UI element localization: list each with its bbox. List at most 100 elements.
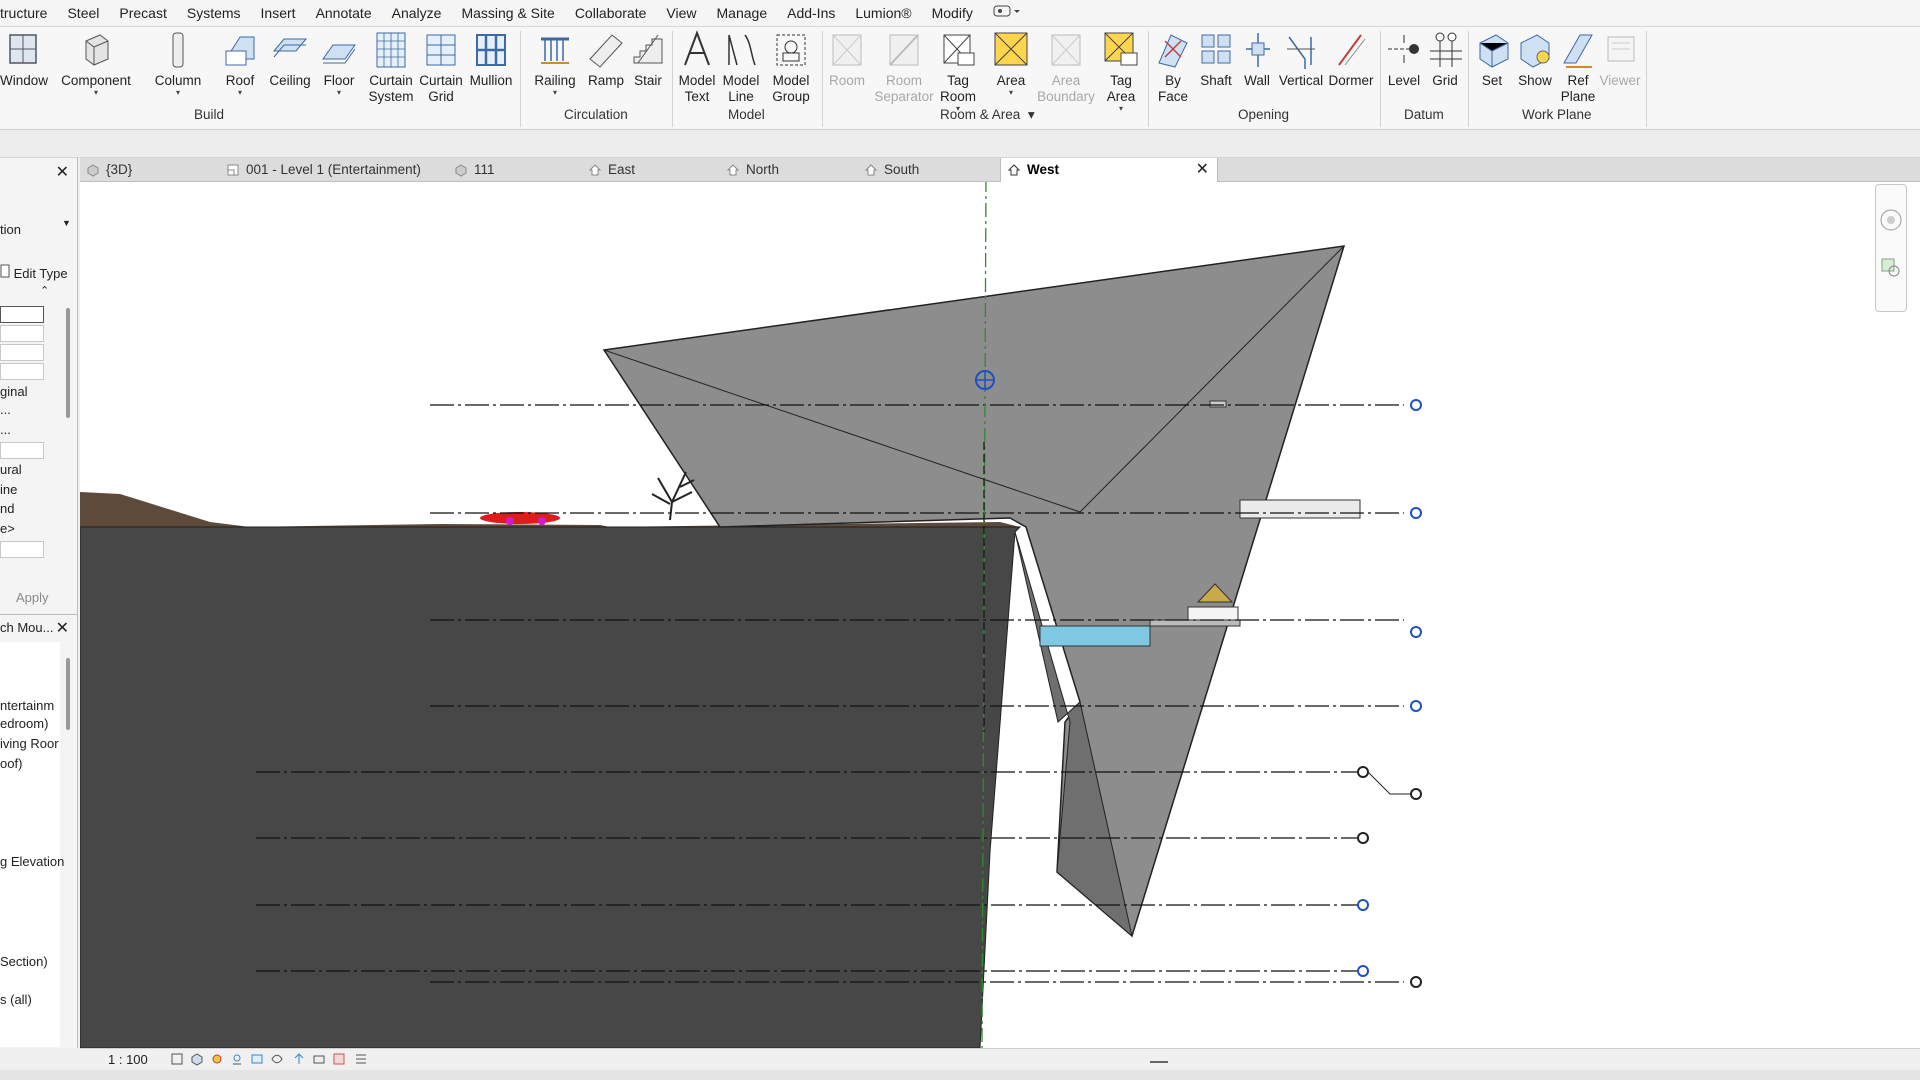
menu-precast[interactable]: Precast [109, 0, 176, 27]
room-area-panel-dropdown[interactable]: Room & Area ▾ [940, 107, 1035, 123]
ground-section[interactable] [80, 526, 1022, 1048]
shaft-button[interactable]: Shaft [1196, 29, 1236, 89]
property-value-field[interactable] [0, 442, 44, 459]
menu-massing-site[interactable]: Massing & Site [451, 0, 564, 27]
menu-insert[interactable]: Insert [251, 0, 306, 27]
grid-button[interactable]: Grid [1426, 29, 1464, 89]
tab-111[interactable]: 111 [448, 158, 576, 182]
zoom-icon[interactable] [1876, 253, 1906, 283]
level-button[interactable]: Level [1384, 29, 1424, 89]
menu-steel[interactable]: Steel [57, 0, 109, 27]
view-scale[interactable]: 1 : 100 [108, 1052, 148, 1067]
shadows-icon[interactable] [230, 1052, 244, 1066]
stair-button[interactable]: Stair [628, 29, 668, 89]
browser-scrollbar[interactable] [66, 658, 70, 730]
tab-level-1-entertainment[interactable]: 001 - Level 1 (Entertainment) [220, 158, 446, 182]
property-value-field[interactable] [0, 306, 44, 323]
show-button[interactable]: Show [1514, 29, 1556, 89]
property-value-field[interactable] [0, 325, 44, 342]
west-elevation-drawing[interactable] [80, 182, 1920, 1048]
property-value[interactable]: ine [0, 482, 17, 497]
roof-button[interactable]: Roof ▾ [220, 29, 260, 97]
menu-lumion[interactable]: Lumion® [845, 0, 921, 27]
type-selector[interactable]: tion [0, 222, 21, 237]
tab-east[interactable]: East [582, 158, 718, 182]
ramp-button[interactable]: Ramp [586, 29, 626, 89]
room-separator-button[interactable]: Room Separator [872, 29, 936, 105]
pool[interactable] [1039, 625, 1151, 647]
tag-area-button[interactable]: Tag Area ▾ [1100, 29, 1142, 113]
menu-modify[interactable]: Modify [922, 0, 983, 27]
property-value-field[interactable] [0, 344, 44, 361]
menu-add-ins[interactable]: Add-Ins [777, 0, 845, 27]
browser-item[interactable]: s (all) [0, 992, 32, 1007]
tab-north[interactable]: North [720, 158, 856, 182]
level-head-markers[interactable] [1357, 399, 1422, 988]
component-button[interactable]: Component ▾ [58, 29, 134, 97]
tab-west[interactable]: West ✕ [1000, 158, 1218, 182]
menu-analyze[interactable]: Analyze [382, 0, 452, 27]
close-properties-icon[interactable]: ✕ [56, 162, 69, 182]
browser-item[interactable]: edroom) [0, 716, 48, 731]
sun-path-icon[interactable] [210, 1052, 224, 1066]
menu-collaborate[interactable]: Collaborate [565, 0, 657, 27]
menu-structure[interactable]: tructure [0, 0, 57, 27]
room-button[interactable]: Room [826, 29, 868, 89]
worksharing-icon[interactable] [332, 1052, 346, 1066]
curtain-grid-button[interactable]: Curtain Grid [418, 29, 464, 105]
model-line-button[interactable]: Model Line [720, 29, 762, 105]
dormer-button[interactable]: Dormer [1326, 29, 1376, 89]
ref-plane-button[interactable]: Ref Plane [1558, 29, 1598, 105]
browser-item[interactable]: iving Roor [0, 736, 59, 751]
floor-slab[interactable] [1209, 400, 1227, 408]
reveal-hidden-icon[interactable] [312, 1052, 326, 1066]
properties-scrollbar[interactable] [66, 308, 70, 418]
visual-style-icon[interactable] [190, 1052, 204, 1066]
wall-opening-button[interactable]: Wall [1238, 29, 1276, 89]
property-value[interactable]: ... [0, 402, 11, 417]
by-face-button[interactable]: By Face [1152, 29, 1194, 105]
menu-annotate[interactable]: Annotate [306, 0, 382, 27]
model-text-button[interactable]: Model Text [676, 29, 718, 105]
railing-button[interactable]: Railing ▾ [530, 29, 580, 97]
model-group-button[interactable]: Model Group [768, 29, 814, 105]
steering-wheel-icon[interactable] [1876, 205, 1906, 239]
collapse-icon[interactable]: ⌃ [40, 284, 49, 297]
tab-south[interactable]: South [858, 158, 994, 182]
browser-item[interactable]: g Elevation [0, 854, 64, 869]
property-value[interactable]: ginal [0, 384, 27, 399]
resize-handle[interactable] [1150, 1061, 1168, 1063]
property-value[interactable]: e> [0, 521, 15, 536]
ceiling-button[interactable]: Ceiling [268, 29, 312, 89]
show-crop-icon[interactable] [270, 1052, 284, 1066]
curtain-system-button[interactable]: Curtain System [366, 29, 416, 105]
contextual-tab-dropdown[interactable] [983, 0, 1031, 27]
floor-slab[interactable] [1149, 619, 1241, 627]
close-browser-icon[interactable]: ✕ [56, 618, 69, 638]
property-value[interactable]: ural [0, 462, 22, 477]
mullion-button[interactable]: Mullion [466, 29, 516, 89]
window-button[interactable]: Window [0, 29, 48, 89]
chevron-down-icon[interactable]: ▼ [62, 218, 71, 228]
menu-view[interactable]: View [656, 0, 706, 27]
edit-type-button[interactable]: Edit Type [0, 264, 68, 281]
set-button[interactable]: Set [1474, 29, 1510, 89]
apply-button[interactable]: Apply [16, 590, 49, 605]
area-button[interactable]: Area ▾ [990, 29, 1032, 97]
tag-room-button[interactable]: Tag Room ▾ [936, 29, 980, 113]
property-value-field[interactable] [0, 363, 44, 380]
close-tab-icon[interactable]: ✕ [1196, 158, 1209, 182]
property-value-field[interactable] [0, 541, 44, 558]
analytical-model-icon[interactable] [354, 1052, 368, 1066]
area-boundary-button[interactable]: Area Boundary [1036, 29, 1096, 105]
menu-manage[interactable]: Manage [707, 0, 778, 27]
column-button[interactable]: Column ▾ [150, 29, 206, 97]
viewer-button[interactable]: Viewer [1598, 29, 1642, 89]
drawing-canvas[interactable] [80, 182, 1920, 1050]
property-value[interactable]: nd [0, 501, 14, 516]
temp-hide-icon[interactable] [292, 1052, 306, 1066]
floor-slab[interactable] [1239, 499, 1361, 519]
vertical-opening-button[interactable]: Vertical [1278, 29, 1324, 89]
browser-item[interactable]: Section) [0, 954, 48, 969]
crop-view-icon[interactable] [250, 1052, 264, 1066]
